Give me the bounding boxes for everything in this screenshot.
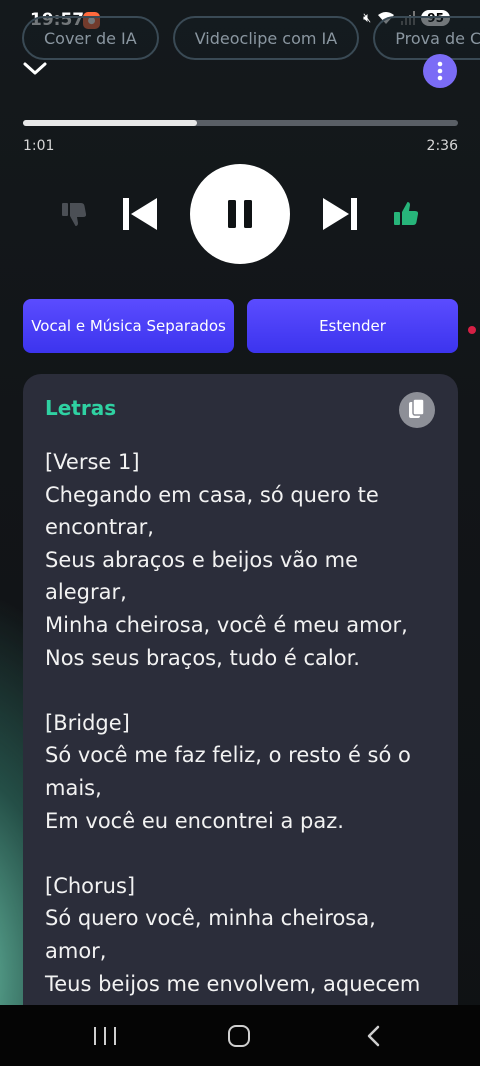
thumbs-up-icon [394, 202, 419, 225]
skip-next-icon [323, 198, 357, 230]
next-button[interactable] [318, 192, 362, 236]
lyric-gap [45, 837, 436, 870]
chevron-down-icon[interactable] [22, 56, 48, 82]
thumbs-down-icon [62, 203, 87, 226]
chip-videoclip[interactable]: Videoclipe com IA [172, 16, 360, 60]
recents-button[interactable] [94, 1027, 116, 1045]
like-button[interactable] [390, 198, 422, 230]
total-time: 2:36 [426, 138, 458, 154]
extend-button[interactable]: Estender [247, 299, 458, 353]
notification-dot [468, 326, 476, 334]
lyric-line: amor, [45, 938, 107, 963]
lyrics-title: Letras [45, 396, 117, 420]
lyrics-card: Letras [Verse 1] Chegando em casa, só que… [23, 374, 458, 1066]
feature-chips: Cover de IA Videoclipe com IA Prova de C [22, 16, 480, 60]
lyric-line: Só quero você, minha cheirosa, [45, 906, 376, 931]
playback-controls [0, 164, 480, 264]
lyric-line: Nos seus braços, tudo é calor. [45, 645, 360, 670]
progress-bar[interactable] [23, 120, 458, 126]
separate-vocals-button[interactable]: Vocal e Música Separados [23, 299, 234, 353]
lyric-line: alegrar, [45, 580, 127, 605]
skip-previous-icon [123, 198, 157, 230]
lyric-gap [45, 674, 436, 707]
lyric-line: [Verse 1] [45, 450, 140, 474]
lyric-line: [Chorus] [45, 873, 136, 898]
lyric-line: Teus beijos me envolvem, aquecem [45, 971, 421, 996]
lyric-line: encontrar, [45, 515, 154, 540]
lyric-line: [Bridge] [45, 710, 130, 735]
lyrics-text: [Verse 1] Chegando em casa, só quero te en… [45, 446, 436, 1000]
elapsed-time: 1:01 [23, 138, 55, 154]
lyric-line: mais, [45, 775, 102, 800]
lyric-line: Em você eu encontrei a paz. [45, 808, 344, 833]
chip-prova[interactable]: Prova de C [373, 16, 480, 60]
copy-icon [409, 399, 425, 418]
lyric-line: Minha cheirosa, você é meu amor, [45, 612, 408, 637]
more-vertical-icon [437, 61, 443, 81]
system-nav-bar [0, 1005, 480, 1066]
home-button[interactable] [228, 1025, 250, 1047]
copy-lyrics-button[interactable] [399, 392, 435, 428]
lyric-line: Só você me faz feliz, o resto é só o [45, 743, 411, 768]
back-icon[interactable] [364, 1025, 384, 1047]
pause-icon [228, 200, 252, 228]
more-options-button[interactable] [423, 54, 457, 88]
previous-button[interactable] [118, 192, 162, 236]
lyric-line: Seus abraços e beijos vão me [45, 547, 359, 572]
lyric-line: Chegando em casa, só quero te [45, 482, 379, 507]
dislike-button[interactable] [58, 198, 90, 230]
chip-cover[interactable]: Cover de IA [22, 16, 159, 60]
pause-button[interactable] [190, 164, 290, 264]
progress-fill [23, 120, 197, 126]
